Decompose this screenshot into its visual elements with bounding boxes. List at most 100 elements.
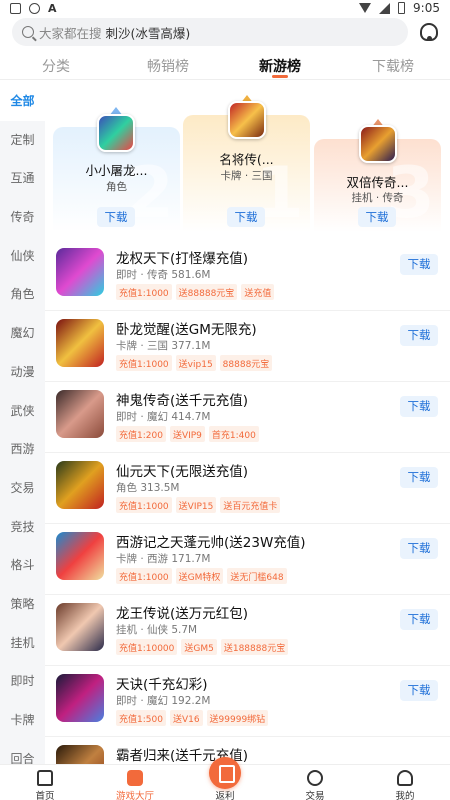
sidebar-item-8[interactable]: 武侠: [0, 392, 45, 431]
sidebar-item-6[interactable]: 魔幻: [0, 314, 45, 353]
game-icon: [56, 390, 104, 438]
bottom-nav-mine[interactable]: 我的: [375, 767, 435, 800]
tab-bestseller[interactable]: 畅销榜: [147, 56, 189, 76]
podium-tag: 角色: [106, 181, 127, 193]
game-tags: 充值1:1000 送vip15 88888元宝: [116, 355, 273, 371]
search-hot-keyword: 刺沙(冰雪高爆): [105, 25, 191, 41]
exchange-icon: [307, 770, 323, 786]
sidebar-item-13[interactable]: 策略: [0, 585, 45, 624]
bottom-nav-game-hall[interactable]: 游戏大厅: [105, 767, 165, 800]
game-tag: 88888元宝: [219, 355, 273, 371]
game-genre: 即时 · 魔幻: [116, 411, 169, 423]
active-tab-indicator: [272, 75, 288, 78]
sidebar-item-2[interactable]: 互通: [0, 159, 45, 198]
battery-icon: [398, 2, 406, 14]
game-meta: 即时 · 魔幻 414.7M: [116, 409, 210, 424]
game-tag: 首充1:400: [208, 426, 259, 442]
podium-download-button[interactable]: 下载: [97, 207, 135, 227]
game-tag: 充值1:10000: [116, 639, 178, 655]
game-tag: 送99999绑钻: [206, 710, 269, 726]
sidebar-item-0[interactable]: 全部: [0, 82, 45, 121]
download-button[interactable]: 下载: [400, 609, 438, 630]
status-time: 9:05: [413, 1, 440, 15]
game-title: 龙王传说(送万元红包): [116, 606, 249, 622]
sidebar-item-12[interactable]: 格斗: [0, 546, 45, 585]
game-title: 仙元天下(无限送充值): [116, 464, 249, 480]
tab-downloads[interactable]: 下载榜: [372, 56, 414, 76]
bottom-nav-home[interactable]: 首页: [15, 767, 75, 800]
game-icon: [56, 603, 104, 651]
game-tags: 充值1:500 送V16 送99999绑钻: [116, 710, 269, 726]
game-size: 377.1M: [171, 340, 211, 352]
game-icon: [56, 532, 104, 580]
game-row[interactable]: 天诀(千充幻彩) 即时 · 魔幻 192.2M 充值1:500 送V16 送99999绑…: [45, 666, 450, 737]
game-row[interactable]: 神鬼传奇(送千元充值) 即时 · 魔幻 414.7M 充值1:200 送VIP9 首充1…: [45, 382, 450, 453]
sidebar-item-16[interactable]: 卡牌: [0, 701, 45, 740]
download-button[interactable]: 下载: [400, 254, 438, 275]
game-genre: 卡牌 · 三国: [116, 340, 169, 352]
podium-download-button[interactable]: 下载: [358, 207, 396, 227]
download-button[interactable]: 下载: [400, 680, 438, 701]
game-icon: [56, 248, 104, 296]
gamepad-icon: [127, 770, 143, 786]
sidebar-item-14[interactable]: 挂机: [0, 624, 45, 663]
game-row[interactable]: 西游记之天蓬元帅(送23W充值) 卡牌 · 西游 171.7M 充值1:1000 送G…: [45, 524, 450, 595]
game-row[interactable]: 仙元天下(无限送充值) 角色 313.5M 充值1:1000 送VIP15 送百元充值卡…: [45, 453, 450, 524]
tab-category[interactable]: 分类: [42, 56, 70, 76]
game-size: 5.7M: [171, 624, 198, 636]
download-button[interactable]: 下载: [400, 467, 438, 488]
game-tag: 充值1:1000: [116, 568, 172, 584]
game-icon: [56, 674, 104, 722]
game-meta: 卡牌 · 西游 171.7M: [116, 551, 210, 566]
app-notification-icon: [29, 2, 40, 14]
game-row[interactable]: 卧龙觉醒(送GM无限充) 卡牌 · 三国 377.1M 充值1:1000 送vip15…: [45, 311, 450, 382]
sidebar-item-15[interactable]: 即时: [0, 662, 45, 701]
category-sidebar: 全部 定制 互通 传奇 仙侠 角色 魔幻 动漫 武侠 西游 交易 竞技 格斗 策略 挂机 即时 卡牌 回合: [0, 82, 45, 764]
home-icon: [37, 770, 53, 786]
sidebar-item-5[interactable]: 角色: [0, 275, 45, 314]
game-title: 卧龙觉醒(送GM无限充): [116, 322, 257, 338]
game-meta: 卡牌 · 三国 377.1M: [116, 338, 210, 353]
wifi-icon: [359, 3, 372, 13]
podium-name: 小小屠龙...: [85, 163, 148, 178]
game-icon-shuangbei-chuanqi: [359, 125, 397, 163]
podium-tag: 挂机 · 传奇: [351, 192, 404, 204]
game-tag: 送VIP9: [169, 426, 205, 442]
bottom-nav-trade[interactable]: 交易: [285, 767, 345, 800]
game-genre: 即时 · 传奇: [116, 269, 169, 281]
sidebar-item-10[interactable]: 交易: [0, 469, 45, 508]
rebate-icon[interactable]: [209, 757, 241, 789]
game-size: 414.7M: [171, 411, 211, 423]
search-row: 大家都在搜 刺沙(冰雪高爆): [0, 18, 450, 48]
sidebar-item-9[interactable]: 西游: [0, 430, 45, 469]
podium-name: 名将传(...: [219, 152, 274, 167]
top-three-podium: 2 小小屠龙... 角色 下载 1 名将传(... 卡牌 · 三国 下载 3 双…: [45, 92, 450, 232]
game-size: 192.2M: [171, 695, 211, 707]
game-icon-xiaoxiao-tulong: [97, 114, 135, 152]
sidebar-item-7[interactable]: 动漫: [0, 353, 45, 392]
game-row[interactable]: 龙权天下(打怪爆充值) 即时 · 传奇 581.6M 充值1:1000 送88888元…: [45, 240, 450, 311]
game-tag: 送vip15: [175, 355, 216, 371]
game-tag: 送GM5: [181, 639, 217, 655]
download-button[interactable]: 下载: [400, 325, 438, 346]
game-tag: 送无门槛648: [227, 568, 287, 584]
game-icon: [56, 461, 104, 509]
game-icon-mingjiang-zhuan: [228, 101, 266, 139]
search-input[interactable]: 大家都在搜 刺沙(冰雪高爆): [12, 18, 408, 46]
podium-download-button[interactable]: 下载: [227, 207, 265, 227]
sidebar-item-17[interactable]: 回合: [0, 740, 45, 764]
sidebar-item-4[interactable]: 仙侠: [0, 237, 45, 276]
sidebar-item-1[interactable]: 定制: [0, 121, 45, 160]
tab-new-games[interactable]: 新游榜: [259, 56, 301, 76]
podium-tag: 卡牌 · 三国: [220, 170, 273, 182]
sidebar-item-11[interactable]: 竞技: [0, 508, 45, 547]
download-button[interactable]: 下载: [400, 538, 438, 559]
customer-service-icon[interactable]: [420, 23, 438, 41]
game-tag: 送百元充值卡: [220, 497, 281, 513]
game-row[interactable]: 龙王传说(送万元红包) 挂机 · 仙侠 5.7M 充值1:10000 送GM5 送188…: [45, 595, 450, 666]
user-icon: [397, 770, 413, 786]
game-tag: 充值1:1000: [116, 355, 172, 371]
sidebar-item-3[interactable]: 传奇: [0, 198, 45, 237]
game-genre: 挂机 · 仙侠: [116, 624, 169, 636]
download-button[interactable]: 下载: [400, 396, 438, 417]
